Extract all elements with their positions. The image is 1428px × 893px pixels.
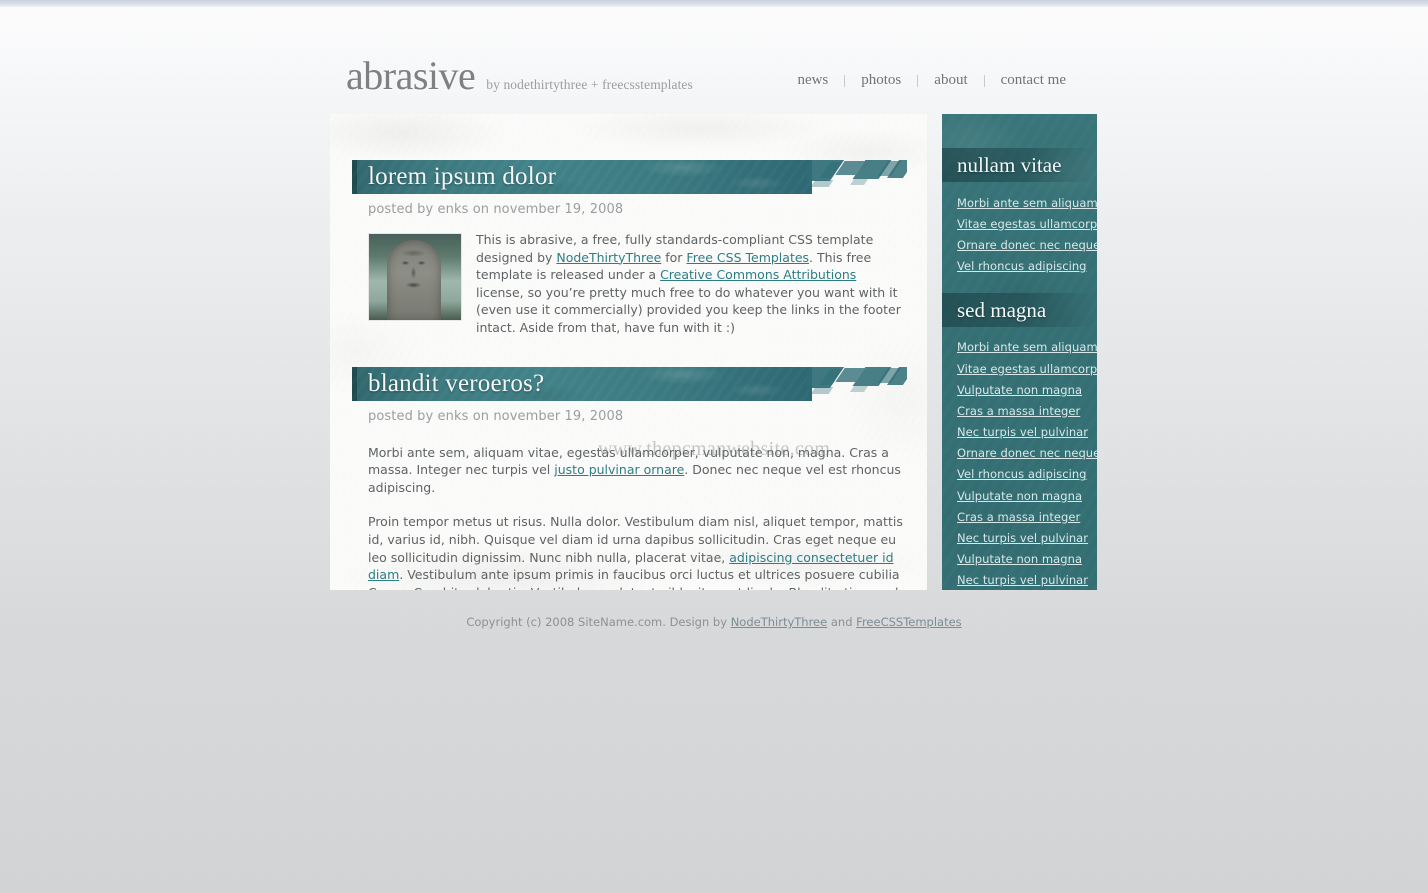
content-inner: lorem ipsum dolor posted by enks on nove… [330, 114, 927, 590]
list-item: Vulputate non magna [942, 485, 1097, 506]
list-item: Cras a massa integer [942, 400, 1097, 421]
sidebar-block-title: nullam vitae [957, 153, 1062, 177]
post-meta: posted by enks on november 19, 2008 [368, 408, 624, 424]
sidebar-link[interactable]: Vulputate non magna [942, 549, 1097, 570]
logo-group: abrasive by nodethirtythree + freecsstem… [346, 56, 693, 96]
sidebar-block-title: sed magna [957, 297, 1047, 322]
list-item: Ornare donec nec neque [942, 443, 1097, 464]
sidebar-link[interactable]: Ornare donec nec neque [942, 443, 1097, 464]
list-item: Vel rhoncus adipiscing [942, 256, 1097, 277]
site-header: abrasive by nodethirtythree + freecsstem… [330, 50, 1098, 112]
sidebar-link[interactable]: Cras a massa integer [942, 400, 1097, 421]
footer-link-freecsstemplates[interactable]: FreeCSSTemplates [856, 615, 962, 629]
list-item: Morbi ante sem aliquam [942, 192, 1097, 213]
link-creative-commons-attributions[interactable]: Creative Commons Attributions [660, 267, 856, 282]
sidebar-link[interactable]: Ornare donec nec neque [942, 234, 1097, 255]
post-meta: posted by enks on november 19, 2008 [368, 202, 624, 217]
sidebar-link[interactable]: Vel rhoncus adipiscing [942, 464, 1097, 485]
footer-copyright-text: Copyright (c) 2008 SiteName.com. Design … [466, 615, 731, 629]
sidebar-link[interactable]: Morbi ante sem aliquam [942, 192, 1097, 213]
post-lorem-ipsum-dolor: lorem ipsum dolor posted by enks on nove… [330, 114, 927, 351]
list-item: Nec turpis vel pulvinar [942, 570, 1097, 590]
footer-link-nodethirtythree[interactable]: NodeThirtyThree [731, 615, 828, 629]
footer-text-and: and [827, 615, 857, 629]
list-item: Vitae egestas ullamcorpe [942, 213, 1097, 234]
site-logo: abrasive [346, 53, 476, 98]
post-paragraph: Morbi ante sem, aliquam vitae, egestas u… [368, 444, 905, 497]
list-item: Vulputate non magna [942, 549, 1097, 570]
list-item: Nec turpis vel pulvinar [942, 527, 1097, 548]
nav-item-contact-me[interactable]: contact me [985, 72, 1082, 89]
sidebar-link[interactable]: Vitae egestas ullamcorpe [942, 213, 1097, 234]
brush-stroke-decoration [807, 366, 907, 407]
post-title: lorem ipsum dolor [368, 163, 557, 190]
sidebar-block-header: sed magna [942, 292, 1097, 327]
list-item: Ornare donec nec neque [942, 234, 1097, 255]
link-justo-pulvinar-ornare[interactable]: justo pulvinar ornare [554, 462, 684, 477]
sidebar-link-list: Morbi ante sem aliquam Vitae egestas ull… [942, 182, 1097, 285]
list-item: Vitae egestas ullamcorpe [942, 358, 1097, 379]
link-nodethirtythree[interactable]: NodeThirtyThree [556, 250, 661, 265]
list-item: Vel rhoncus adipiscing [942, 464, 1097, 485]
main-content-panel: lorem ipsum dolor posted by enks on nove… [330, 114, 927, 590]
post-thumbnail-image [368, 233, 462, 321]
nav-item-news[interactable]: news [781, 72, 844, 89]
sidebar-link[interactable]: Vitae egestas ullamcorpe [942, 358, 1097, 379]
page-root: abrasive by nodethirtythree + freecsstem… [0, 0, 1428, 893]
sidebar-link[interactable]: Morbi ante sem aliquam [942, 337, 1097, 358]
post-blandit-veroeros: blandit veroeros? posted by enks on nove… [330, 366, 927, 590]
post-header-bar: blandit veroeros? [352, 366, 907, 401]
sidebar: nullam vitae Morbi ante sem aliquam Vita… [942, 114, 1097, 590]
sidebar-link[interactable]: Vulputate non magna [942, 379, 1097, 400]
site-tagline: by nodethirtythree + freecsstemplates [486, 77, 693, 92]
nav-item-about[interactable]: about [918, 72, 983, 89]
sidebar-link-list: Morbi ante sem aliquam Vitae egestas ull… [942, 327, 1097, 590]
nav-item-photos[interactable]: photos [845, 72, 917, 89]
main-navigation: news photos about contact me [781, 72, 1082, 89]
sidebar-block-header: nullam vitae [942, 148, 1097, 182]
sidebar-link[interactable]: Cras a massa integer [942, 506, 1097, 527]
post-header-bar: lorem ipsum dolor [352, 160, 907, 194]
sidebar-link[interactable]: Vel rhoncus adipiscing [942, 256, 1097, 277]
text-run: license, so you’re pretty much free to d… [476, 284, 901, 335]
sidebar-block-nullam-vitae: nullam vitae Morbi ante sem aliquam Vita… [942, 114, 1097, 285]
list-item: Vulputate non magna [942, 379, 1097, 400]
post-body: Morbi ante sem, aliquam vitae, egestas u… [368, 444, 905, 590]
sidebar-link[interactable]: Nec turpis vel pulvinar [942, 422, 1097, 443]
list-item: Nec turpis vel pulvinar [942, 422, 1097, 443]
text-run: for [661, 249, 687, 265]
site-footer: Copyright (c) 2008 SiteName.com. Design … [330, 615, 1098, 629]
sidebar-block-sed-magna: sed magna Morbi ante sem aliquam Vitae e… [942, 292, 1097, 590]
post-title: blandit veroeros? [368, 369, 545, 397]
brush-stroke-decoration [807, 160, 907, 200]
post-paragraph: Proin tempor metus ut risus. Nulla dolor… [368, 513, 905, 590]
text-run: . Vestibulum ante ipsum primis in faucib… [368, 567, 900, 590]
sidebar-link[interactable]: Nec turpis vel pulvinar [942, 527, 1097, 548]
post-body: This is abrasive, a free, fully standard… [368, 231, 905, 351]
link-free-css-templates[interactable]: Free CSS Templates [686, 250, 809, 265]
list-item: Cras a massa integer [942, 506, 1097, 527]
list-item: Morbi ante sem aliquam [942, 337, 1097, 358]
sidebar-link[interactable]: Vulputate non magna [942, 485, 1097, 506]
sidebar-link[interactable]: Nec turpis vel pulvinar [942, 570, 1097, 590]
